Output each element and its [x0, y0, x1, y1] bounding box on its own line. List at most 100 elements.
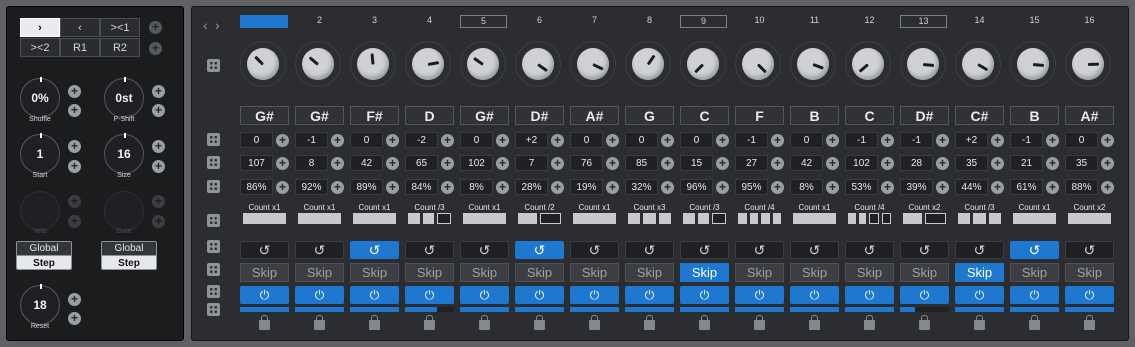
probability-add-icon[interactable]: + — [881, 181, 894, 194]
step-record-button[interactable]: ↺ — [900, 241, 949, 259]
step-power-button[interactable]: ⏻ — [680, 286, 729, 304]
step-number[interactable]: 3 — [348, 15, 401, 25]
probability-add-icon[interactable]: + — [331, 181, 344, 194]
velocity-add-icon[interactable]: + — [386, 157, 399, 170]
step-number[interactable]: 8 — [623, 15, 676, 25]
step-note[interactable]: C# — [955, 106, 1004, 125]
step-transpose[interactable]: -1 — [900, 132, 933, 148]
velocity-add-icon[interactable]: + — [936, 157, 949, 170]
randomize-power-dice-icon[interactable] — [207, 285, 220, 298]
probability-add-icon[interactable]: + — [991, 181, 1004, 194]
probability-add-icon[interactable]: + — [441, 181, 454, 194]
step-skip-button[interactable]: Skip — [295, 263, 344, 282]
lock-icon[interactable] — [369, 315, 380, 330]
velo-mode-step[interactable]: Step — [17, 256, 71, 269]
step-progress-bar[interactable] — [735, 307, 784, 312]
step-progress-bar[interactable] — [625, 307, 674, 312]
step-skip-button[interactable]: Skip — [350, 263, 399, 282]
step-record-button[interactable]: ↺ — [680, 241, 729, 259]
lock-icon[interactable] — [919, 315, 930, 330]
transpose-add-icon[interactable]: + — [936, 134, 949, 147]
probability-add-icon[interactable]: + — [386, 181, 399, 194]
lock-icon[interactable] — [699, 315, 710, 330]
probability-add-icon[interactable]: + — [1046, 181, 1059, 194]
step-count[interactable]: Count x1 — [238, 203, 291, 212]
step-probability[interactable]: 32% — [625, 179, 658, 195]
probability-add-icon[interactable]: + — [661, 181, 674, 194]
step-note[interactable]: G — [625, 106, 674, 125]
step-probability[interactable]: 95% — [735, 179, 768, 195]
reset-mod-add-icon[interactable]: + — [68, 293, 81, 306]
step-power-button[interactable]: ⏻ — [845, 286, 894, 304]
randomize-probability-dice-icon[interactable] — [207, 180, 220, 193]
step-transpose[interactable]: 0 — [1065, 132, 1098, 148]
step-velocity[interactable]: 28 — [900, 155, 933, 171]
probability-add-icon[interactable]: + — [716, 181, 729, 194]
step-record-button[interactable]: ↺ — [240, 241, 289, 259]
step-knob[interactable] — [350, 41, 396, 87]
step-number[interactable]: 12 — [843, 15, 896, 25]
pshift-mod-add2-icon[interactable]: + — [152, 104, 165, 117]
transpose-add-icon[interactable]: + — [276, 134, 289, 147]
step-velocity[interactable]: 65 — [405, 155, 438, 171]
step-note[interactable]: G# — [295, 106, 344, 125]
step-skip-button[interactable]: Skip — [460, 263, 509, 282]
page-next-arrow[interactable]: › — [215, 17, 220, 33]
direction-add-icon[interactable]: + — [149, 21, 162, 34]
step-velocity[interactable]: 35 — [1065, 155, 1098, 171]
direction-forward-button[interactable]: › — [20, 18, 60, 37]
step-progress-bar[interactable] — [680, 307, 729, 312]
step-knob[interactable] — [460, 41, 506, 87]
step-power-button[interactable]: ⏻ — [625, 286, 674, 304]
direction-pingpong1-button[interactable]: ><1 — [100, 18, 140, 37]
step-note[interactable]: D — [405, 106, 454, 125]
step-skip-button[interactable]: Skip — [515, 263, 564, 282]
step-velocity[interactable]: 42 — [350, 155, 383, 171]
velocity-add-icon[interactable]: + — [331, 157, 344, 170]
lock-icon[interactable] — [534, 315, 545, 330]
step-note[interactable]: B — [790, 106, 839, 125]
step-note[interactable]: F# — [350, 106, 399, 125]
lock-icon[interactable] — [809, 315, 820, 330]
step-transpose[interactable]: 0 — [350, 132, 383, 148]
randomize-transpose-dice-icon[interactable] — [207, 133, 220, 146]
step-power-button[interactable]: ⏻ — [295, 286, 344, 304]
step-note[interactable]: A# — [1065, 106, 1114, 125]
step-power-button[interactable]: ⏻ — [350, 286, 399, 304]
step-progress-bar[interactable] — [405, 307, 454, 312]
step-skip-button[interactable]: Skip — [1010, 263, 1059, 282]
step-skip-button[interactable]: Skip — [570, 263, 619, 282]
step-skip-button[interactable]: Skip — [790, 263, 839, 282]
step-transpose[interactable]: 0 — [790, 132, 823, 148]
step-skip-button[interactable]: Skip — [955, 263, 1004, 282]
step-velocity[interactable]: 42 — [790, 155, 823, 171]
step-probability[interactable]: 8% — [460, 179, 493, 195]
step-count[interactable]: Count /3 — [403, 203, 456, 212]
step-knob[interactable] — [900, 41, 946, 87]
step-transpose[interactable]: -1 — [295, 132, 328, 148]
step-power-button[interactable]: ⏻ — [955, 286, 1004, 304]
step-note[interactable]: A# — [570, 106, 619, 125]
lock-icon[interactable] — [754, 315, 765, 330]
step-knob[interactable] — [1065, 41, 1111, 87]
step-count[interactable]: Count x1 — [568, 203, 621, 212]
velocity-add-icon[interactable]: + — [551, 157, 564, 170]
start-knob[interactable]: 1 — [20, 133, 60, 174]
step-power-button[interactable]: ⏻ — [460, 286, 509, 304]
step-skip-button[interactable]: Skip — [680, 263, 729, 282]
step-count[interactable]: Count /2 — [513, 203, 566, 212]
pshift-mod-add-icon[interactable]: + — [152, 85, 165, 98]
start-mod-add2-icon[interactable]: + — [68, 160, 81, 173]
step-number[interactable]: 16 — [1063, 15, 1116, 25]
step-transpose[interactable]: 0 — [570, 132, 603, 148]
step-knob[interactable] — [955, 41, 1001, 87]
step-velocity[interactable]: 85 — [625, 155, 658, 171]
probability-add-icon[interactable]: + — [276, 181, 289, 194]
step-number[interactable]: 1 — [240, 15, 288, 28]
step-power-button[interactable]: ⏻ — [900, 286, 949, 304]
step-note[interactable]: D# — [515, 106, 564, 125]
step-probability[interactable]: 84% — [405, 179, 438, 195]
step-note[interactable]: C — [845, 106, 894, 125]
direction-add2-icon[interactable]: + — [149, 42, 162, 55]
step-knob[interactable] — [1010, 41, 1056, 87]
